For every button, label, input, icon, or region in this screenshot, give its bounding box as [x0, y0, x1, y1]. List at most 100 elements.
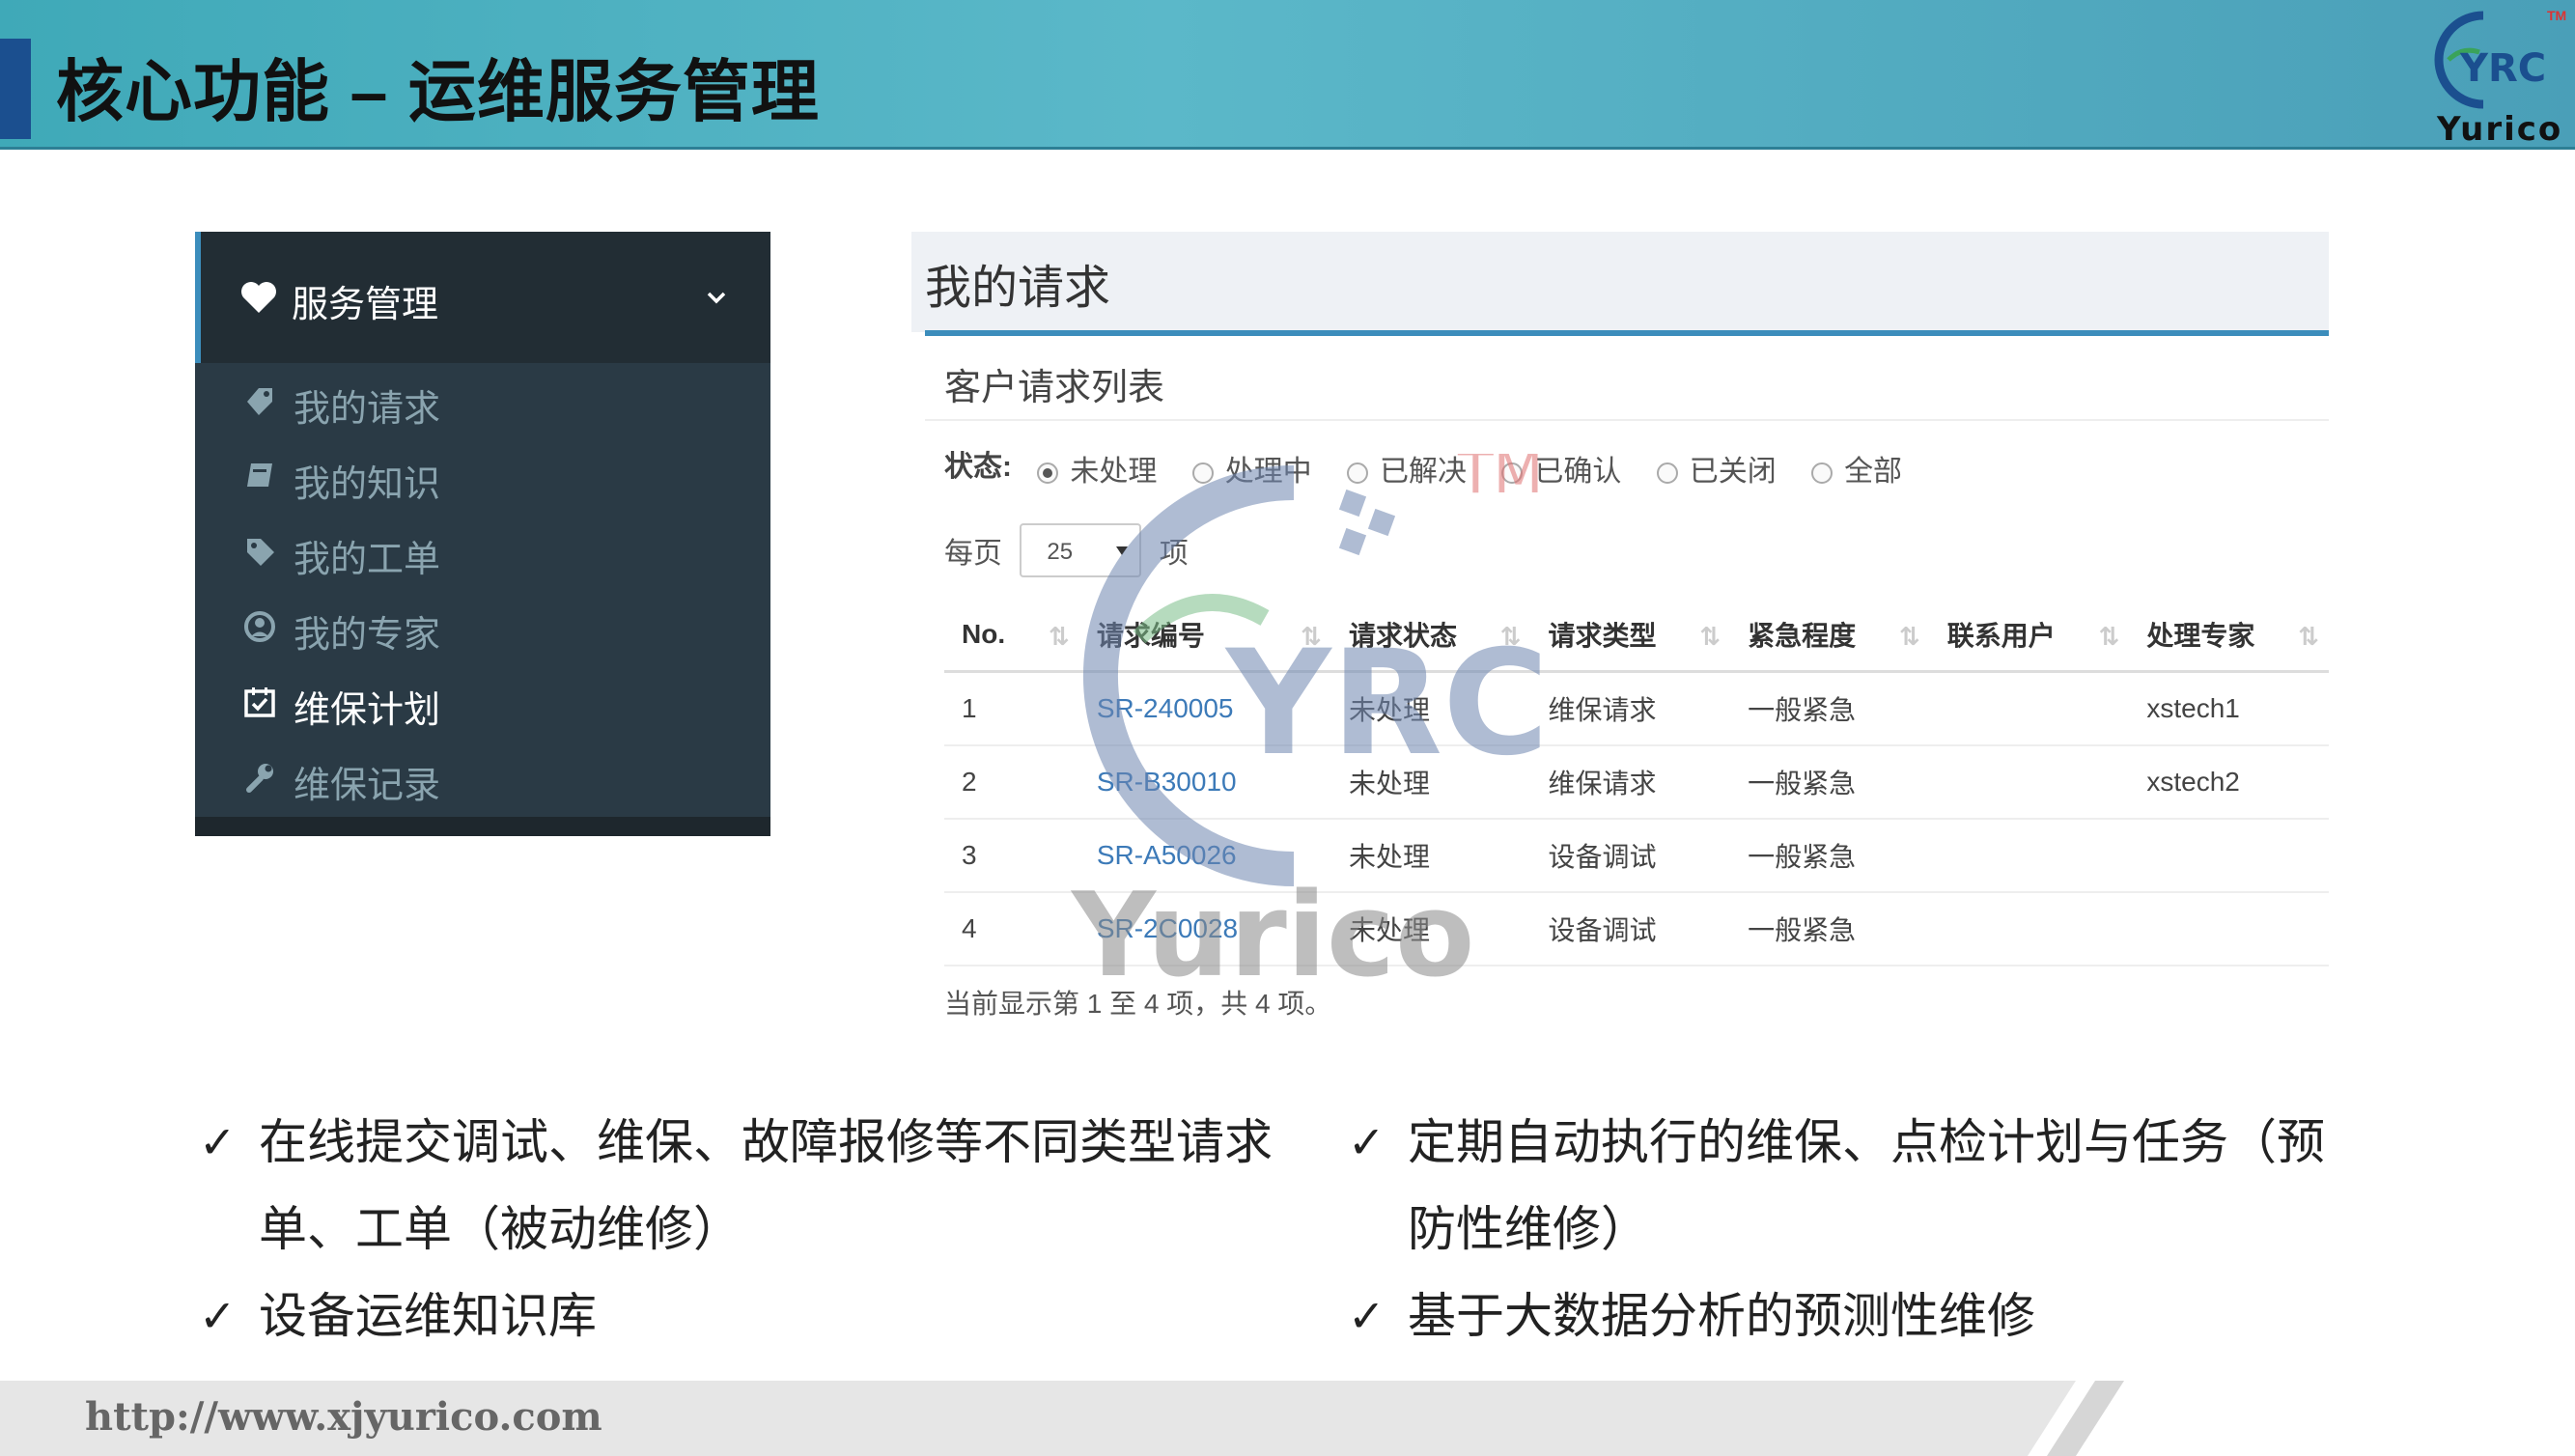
sort-icon: ⇅: [2098, 622, 2120, 651]
cell-urgency: 一般紧急: [1730, 671, 1930, 746]
column-header-type[interactable]: 请求类型 ⇅: [1530, 599, 1731, 673]
check-icon: ✓: [199, 1291, 237, 1341]
request-list-box: 客户请求列表 状态: 未处理 处理中 已解决 已确认 已关闭 全部 每页 25 …: [925, 330, 2329, 1033]
slide-title: 核心功能 – 运维服务管理: [56, 54, 820, 129]
cell-urgency: 一般紧急: [1730, 819, 1930, 893]
status-filter: 状态: 未处理 处理中 已解决 已确认 已关闭 全部: [944, 442, 1929, 490]
radio-icon[interactable]: [1347, 462, 1369, 485]
bullet-text: 基于大数据分析的预测性维修: [1408, 1289, 2035, 1343]
cell-urgency: 一般紧急: [1730, 745, 1930, 820]
request-id-link[interactable]: SR-B30010: [1078, 745, 1331, 820]
box-divider: [925, 419, 2329, 421]
sidebar-item-my-workorders[interactable]: 我的工单: [195, 514, 770, 589]
status-option-resolved[interactable]: 已解决: [1347, 447, 1467, 490]
wrench-icon: [246, 764, 273, 793]
bullet-text: 在线提交调试、维保、故障报修等不同类型请求单、工单（被动维修）: [259, 1115, 1273, 1256]
status-label: 状态:: [944, 451, 1012, 483]
sidebar-item-my-knowledge[interactable]: 我的知识: [195, 438, 770, 514]
request-id-link[interactable]: SR-2C0028: [1078, 892, 1331, 966]
status-option-confirmed[interactable]: 已确认: [1501, 447, 1621, 490]
heart-icon: [241, 282, 276, 313]
status-option-pending[interactable]: 未处理: [1037, 447, 1157, 490]
sidebar-item-maintenance-plan[interactable]: 维保计划: [195, 664, 770, 740]
cell-type: 设备调试: [1530, 892, 1731, 966]
cell-no: 3: [944, 819, 1079, 893]
radio-icon[interactable]: [1811, 462, 1833, 485]
column-header-request-id[interactable]: 请求编号 ⇅: [1078, 599, 1331, 673]
sidebar-menu: 服务管理 我的请求 我的知识 我的工单 我的专家 维保计划 维保记录: [195, 232, 770, 836]
sidebar-group-label: 服务管理: [292, 285, 439, 325]
status-option-closed[interactable]: 已关闭: [1656, 447, 1777, 490]
status-option-all[interactable]: 全部: [1811, 447, 1902, 490]
column-header-contact[interactable]: 联系用户 ⇅: [1929, 599, 2130, 673]
cell-status: 未处理: [1330, 819, 1531, 893]
sort-icon: ⇅: [2298, 622, 2319, 651]
header-accent-bar: [0, 39, 31, 139]
sidebar-item-label: 维保计划: [294, 690, 441, 731]
radio-selected-icon[interactable]: [1037, 462, 1059, 485]
cell-expert: [2129, 819, 2329, 893]
cell-status: 未处理: [1330, 671, 1531, 746]
cell-type: 设备调试: [1530, 819, 1731, 893]
table-row[interactable]: 2 SR-B30010 未处理 维保请求 一般紧急 xstech2: [944, 745, 2329, 820]
label-icon: [247, 539, 274, 566]
sidebar-item-my-experts[interactable]: 我的专家: [195, 589, 770, 664]
chevron-down-icon[interactable]: [703, 284, 730, 311]
sort-icon: ⇅: [1699, 622, 1721, 651]
slide-header: 核心功能 – 运维服务管理 YRC TM Yurico: [0, 0, 2575, 150]
sidebar-item-label: 我的知识: [294, 464, 441, 505]
logo-tm: TM: [2547, 8, 2567, 23]
cell-no: 1: [944, 671, 1079, 746]
table-info: 当前显示第 1 至 4 项，共 4 项。: [944, 989, 1332, 1019]
length-suffix: 项: [1159, 538, 1189, 570]
sidebar-group-service-management[interactable]: 服务管理: [195, 232, 770, 363]
box-title: 客户请求列表: [944, 368, 1165, 408]
sidebar-item-maintenance-records[interactable]: 维保记录: [195, 740, 770, 815]
radio-icon[interactable]: [1501, 462, 1524, 485]
check-icon: ✓: [199, 1117, 237, 1167]
cell-no: 2: [944, 745, 1079, 820]
sidebar-footer-strip: [195, 817, 770, 836]
status-option-processing[interactable]: 处理中: [1191, 447, 1312, 490]
bullet-text: 设备运维知识库: [259, 1289, 597, 1343]
slide-footer: http://www.xjyurico.com: [0, 1381, 2575, 1456]
bullet-text: 定期自动执行的维保、点检计划与任务（预防性维修）: [1408, 1115, 2325, 1256]
tag-icon: [247, 388, 272, 415]
my-requests-panel: 我的请求 客户请求列表 状态: 未处理 处理中 已解决 已确认 已关闭 全部 每…: [911, 232, 2329, 1033]
radio-icon[interactable]: [1191, 462, 1214, 485]
calendar-check-icon: [244, 687, 275, 717]
sidebar-item-my-requests[interactable]: 我的请求: [195, 363, 770, 438]
logo-mark-icon: YRC: [2434, 11, 2546, 109]
cell-urgency: 一般紧急: [1730, 892, 1930, 966]
column-header-urgency[interactable]: 紧急程度 ⇅: [1730, 599, 1930, 673]
cell-type: 维保请求: [1530, 745, 1731, 820]
cell-contact: [1929, 819, 2130, 893]
radio-icon[interactable]: [1656, 462, 1678, 485]
column-header-no[interactable]: No. ⇅: [944, 599, 1079, 673]
table-row[interactable]: 3 SR-A50026 未处理 设备调试 一般紧急: [944, 819, 2329, 893]
footer-url[interactable]: http://www.xjyurico.com: [85, 1394, 602, 1440]
cell-contact: [1929, 671, 2130, 746]
cell-expert: xstech1: [2129, 671, 2329, 746]
caret-down-icon: [1116, 546, 1129, 555]
sort-icon: ⇅: [1301, 622, 1322, 651]
page-length-control: 每页 25 项: [944, 523, 1189, 581]
cell-contact: [1929, 892, 2130, 966]
request-id-link[interactable]: SR-A50026: [1078, 819, 1331, 893]
table-row[interactable]: 1 SR-240005 未处理 维保请求 一般紧急 xstech1: [944, 671, 2329, 746]
table-row[interactable]: 4 SR-2C0028 未处理 设备调试 一般紧急: [944, 892, 2329, 966]
column-header-status[interactable]: 请求状态 ⇅: [1330, 599, 1531, 673]
cell-expert: [2129, 892, 2329, 966]
user-circle-icon: [244, 611, 275, 642]
request-id-link[interactable]: SR-240005: [1078, 671, 1331, 746]
cell-expert: xstech2: [2129, 745, 2329, 820]
sort-icon: ⇅: [1049, 622, 1070, 651]
table-header-row: No. ⇅ 请求编号 ⇅ 请求状态 ⇅ 请求类型 ⇅ 紧急程度 ⇅ 联系用户 ⇅ 处理专家 ⇅: [944, 599, 2329, 673]
cell-type: 维保请求: [1530, 671, 1731, 746]
column-header-expert[interactable]: 处理专家 ⇅: [2129, 599, 2329, 673]
cell-no: 4: [944, 892, 1079, 966]
page-length-select[interactable]: 25: [1020, 523, 1142, 577]
sidebar-item-label: 我的专家: [294, 615, 441, 656]
panel-title: 我的请求: [925, 263, 1111, 314]
check-icon: ✓: [1348, 1291, 1385, 1341]
